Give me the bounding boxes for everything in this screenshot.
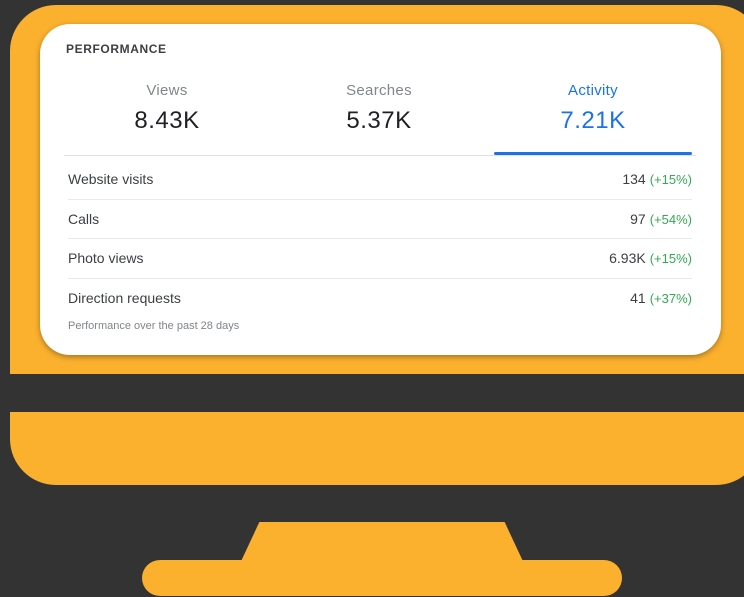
metric-label: Direction requests (68, 289, 181, 306)
metric-list: Website visits 134 (+15%) Calls 97 (+54%) … (68, 160, 692, 317)
metric-change: (+15%) (649, 172, 692, 187)
metric-row-website-visits: Website visits 134 (+15%) (68, 160, 692, 200)
tab-searches[interactable]: Searches 5.37K (280, 74, 478, 152)
card-footer: Performance over the past 28 days (68, 320, 240, 332)
metric-row-direction-requests: Direction requests 41 (+37%) (68, 279, 692, 318)
tab-activity-label: Activity (568, 82, 618, 99)
monitor-bezel-strip (0, 374, 744, 412)
metric-row-photo-views: Photo views 6.93K (+15%) (68, 239, 692, 279)
tab-views-value: 8.43K (134, 107, 200, 134)
tab-views[interactable]: Views 8.43K (68, 74, 266, 152)
tabs-divider (64, 155, 696, 156)
tab-activity[interactable]: Activity 7.21K (494, 74, 692, 155)
metric-label: Calls (68, 210, 100, 227)
card-title: PERFORMANCE (66, 42, 167, 56)
metric-change: (+54%) (649, 211, 692, 227)
stage: PERFORMANCE Views 8.43K Searches 5.37K A… (0, 0, 744, 597)
metric-value: 6.93K (+15%) (609, 250, 692, 266)
metric-value: 97 (+54%) (630, 211, 692, 227)
metric-label: Photo views (68, 250, 144, 266)
metric-value: 134 (+15%) (622, 171, 692, 187)
tab-searches-label: Searches (346, 82, 412, 99)
metric-change: (+37%) (649, 290, 692, 306)
tab-activity-value: 7.21K (560, 107, 626, 134)
tab-searches-value: 5.37K (346, 107, 412, 134)
metric-number: 6.93K (609, 250, 646, 266)
metric-label: Website visits (68, 171, 154, 187)
metric-number: 97 (630, 210, 646, 227)
performance-tabs: Views 8.43K Searches 5.37K Activity 7.21… (68, 74, 692, 155)
monitor-stand-base (142, 560, 622, 596)
performance-card: PERFORMANCE Views 8.43K Searches 5.37K A… (40, 24, 721, 355)
tab-views-label: Views (146, 82, 188, 99)
metric-number: 134 (622, 171, 646, 187)
metric-change: (+15%) (649, 251, 692, 266)
metric-row-calls: Calls 97 (+54%) (68, 200, 692, 239)
metric-value: 41 (+37%) (630, 290, 692, 306)
metric-number: 41 (630, 289, 646, 306)
